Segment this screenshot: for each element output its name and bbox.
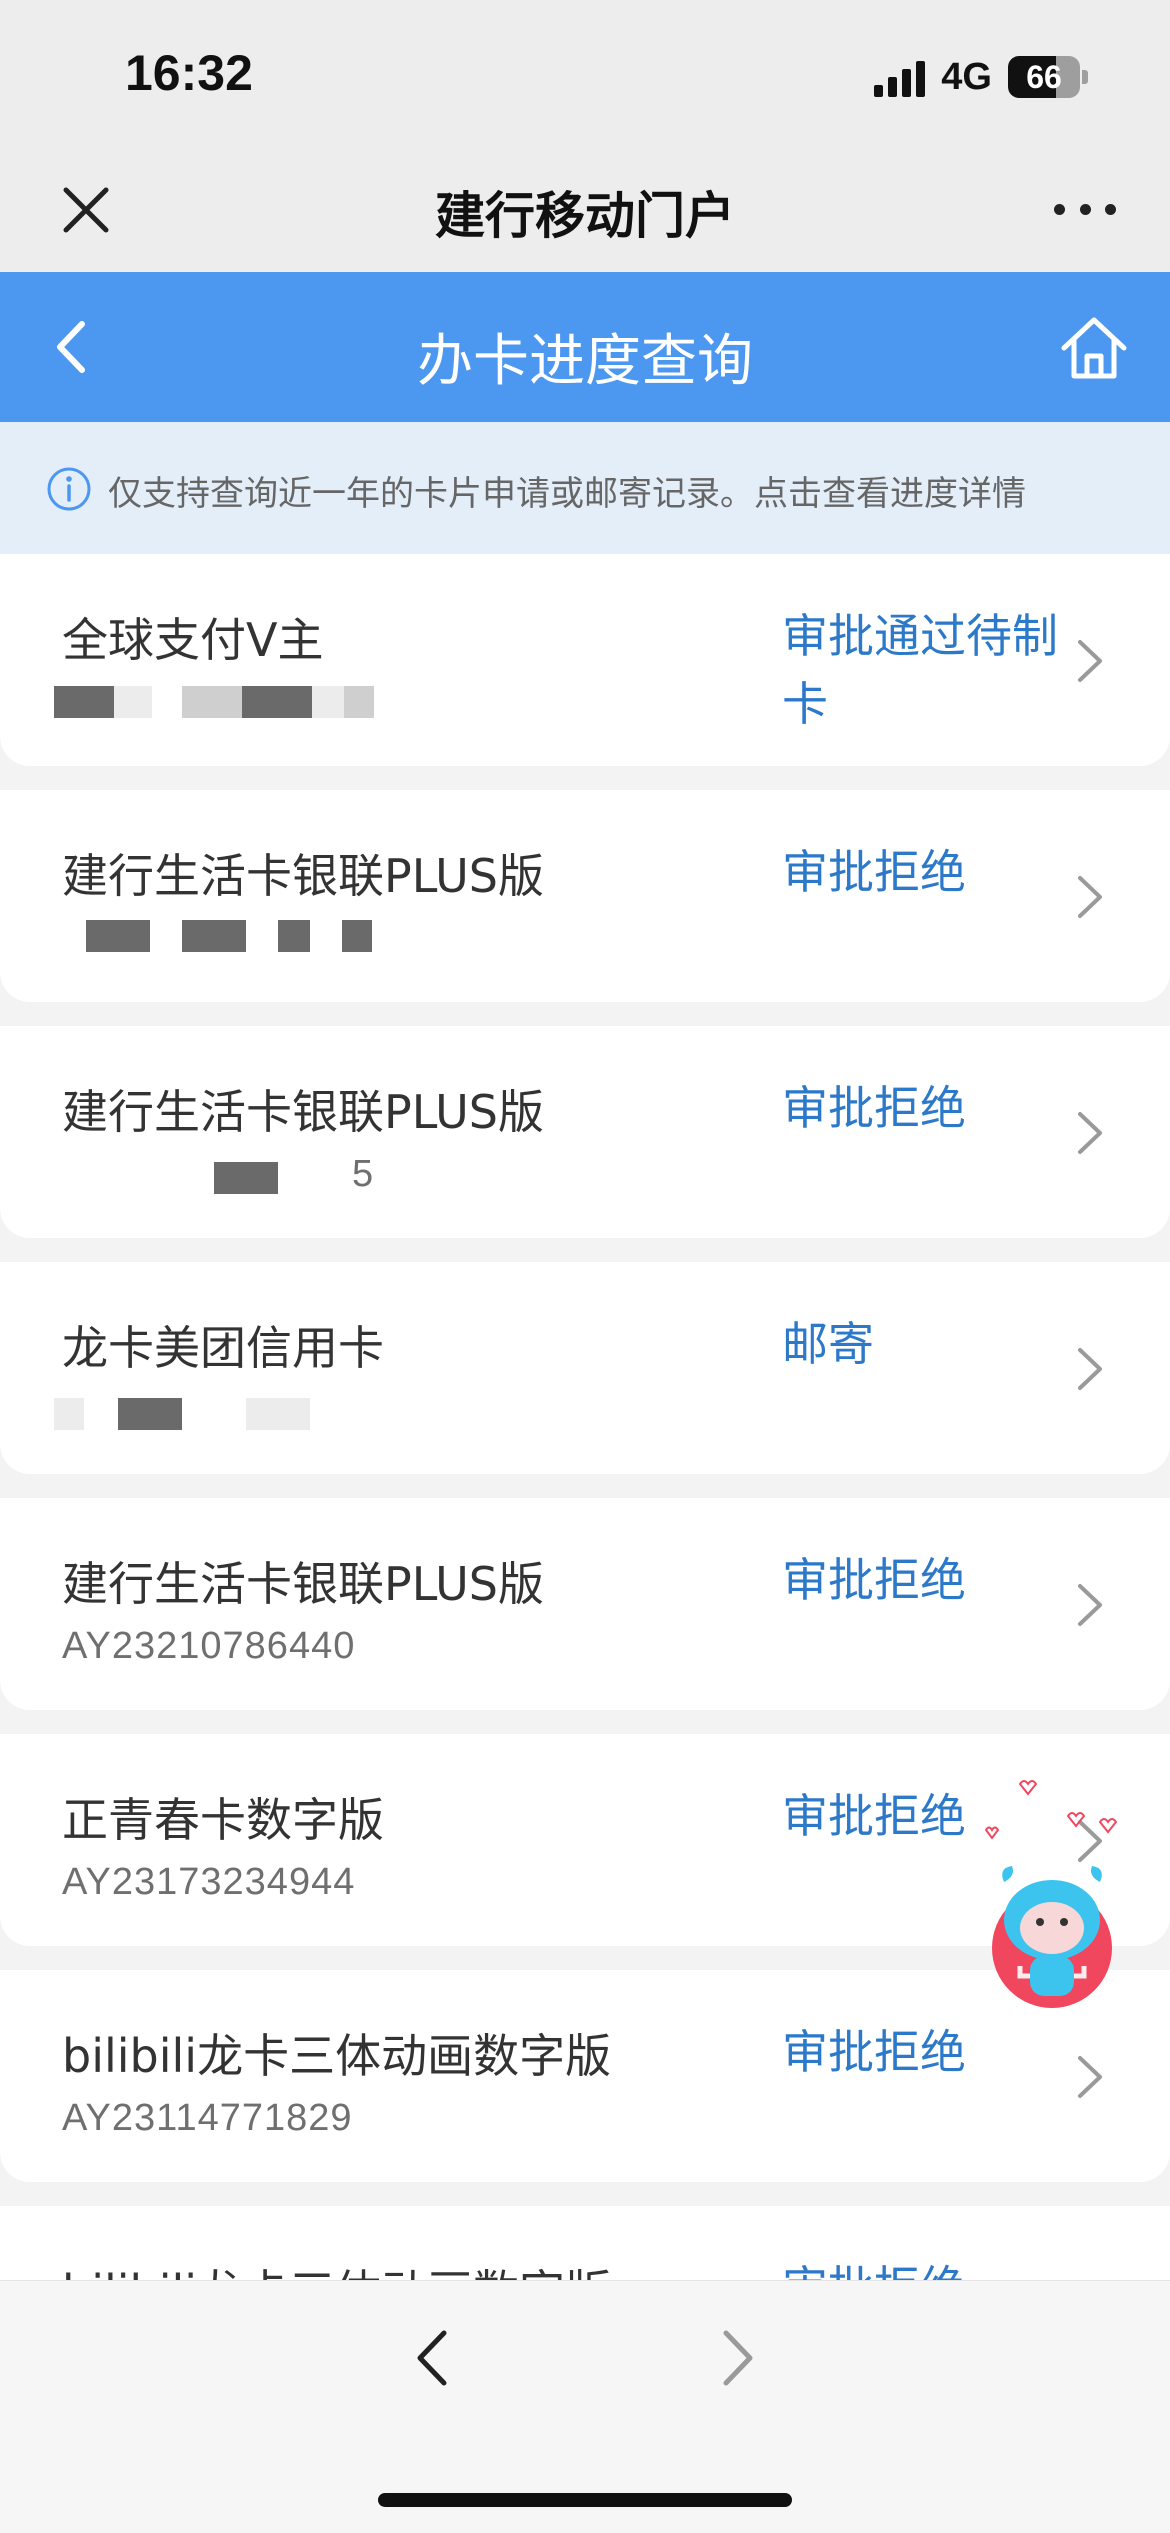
- card-name: 全球支付V主: [62, 613, 324, 667]
- signal-icon: [874, 57, 926, 97]
- notice-text: 仅支持查询近一年的卡片申请或邮寄记录。点击查看进度详情: [108, 474, 1026, 514]
- redacted-number: [118, 1398, 182, 1430]
- notice-banner: 仅支持查询近一年的卡片申请或邮寄记录。点击查看进度详情: [0, 422, 1170, 554]
- home-indicator[interactable]: [378, 2493, 792, 2507]
- chevron-right-icon: [1078, 640, 1102, 682]
- chevron-left-icon[interactable]: [408, 2323, 458, 2393]
- chevron-right-icon: [1078, 1112, 1102, 1154]
- application-row[interactable]: 全球支付V主 审批通过待制卡: [0, 554, 1170, 766]
- chevron-right-icon: [1078, 876, 1102, 918]
- bottom-toolbar: [0, 2280, 1170, 2533]
- card-status: 审批通过待制卡: [782, 609, 1058, 731]
- home-icon[interactable]: [1058, 312, 1130, 384]
- card-status: 审批拒绝: [782, 1553, 966, 1607]
- card-name: bilibili龙卡三体动画数字版: [62, 2029, 612, 2083]
- card-name: bilibili龙卡三体动画数字版: [62, 2256, 611, 2280]
- card-status: 审批拒绝: [782, 845, 966, 899]
- chevron-right-icon: [1078, 2056, 1102, 2098]
- application-row[interactable]: 龙卡美团信用卡 邮寄: [0, 1262, 1170, 1474]
- card-status: 审批拒绝: [782, 2254, 1082, 2280]
- page-title: 办卡进度查询: [417, 329, 753, 394]
- title-bar: 建行移动门户: [0, 150, 1170, 272]
- more-icon[interactable]: [1054, 194, 1116, 224]
- application-row[interactable]: 建行生活卡银联PLUS版 5 审批拒绝: [0, 1026, 1170, 1238]
- status-bar: 16:32 4G 66: [0, 0, 1170, 150]
- card-name: 建行生活卡银联PLUS版: [62, 1557, 544, 1611]
- card-sub: AY23210786440: [62, 1625, 356, 1667]
- status-indicators: 4G 66: [874, 52, 1088, 102]
- card-name: 建行生活卡银联PLUS版: [62, 849, 544, 903]
- app-title: 建行移动门户: [435, 187, 735, 245]
- card-sub: AY23114771829: [62, 2097, 353, 2139]
- chevron-right-icon[interactable]: [712, 2323, 762, 2393]
- chevron-right-icon: [1078, 1348, 1102, 1390]
- card-sub: 5: [352, 1153, 375, 1195]
- chevron-right-icon: [1078, 1584, 1102, 1626]
- redacted-number: [54, 686, 114, 718]
- redacted-number: [214, 1162, 278, 1194]
- application-row[interactable]: bilibili龙卡三体动画数字版 审批拒绝: [0, 2206, 1170, 2280]
- nav-header: 办卡进度查询: [0, 272, 1170, 422]
- card-name: 龙卡美团信用卡: [62, 1321, 384, 1375]
- application-row[interactable]: 建行生活卡银联PLUS版 审批拒绝: [0, 790, 1170, 1002]
- card-status: 审批拒绝: [782, 1081, 966, 1135]
- card-name: 正青春卡数字版: [62, 1793, 384, 1847]
- info-icon: [47, 467, 91, 511]
- battery-level-text: 66: [1026, 58, 1062, 95]
- card-name: 建行生活卡银联PLUS版: [62, 1085, 544, 1139]
- mascot-scan-button[interactable]: [960, 1770, 1160, 2010]
- network-label: 4G: [941, 55, 992, 98]
- redacted-number: [86, 920, 150, 952]
- card-sub: AY23173234944: [62, 1861, 356, 1903]
- application-row[interactable]: 建行生活卡银联PLUS版 AY23210786440 审批拒绝: [0, 1498, 1170, 1710]
- card-status: 邮寄: [782, 1317, 874, 1371]
- battery-icon: 66: [1008, 56, 1088, 98]
- card-status: 审批拒绝: [782, 2025, 966, 2079]
- application-list: 全球支付V主 审批通过待制卡 建行生活卡银联PLUS版 审批拒绝 建行生活卡银联…: [0, 554, 1170, 2280]
- status-time: 16:32: [125, 45, 253, 101]
